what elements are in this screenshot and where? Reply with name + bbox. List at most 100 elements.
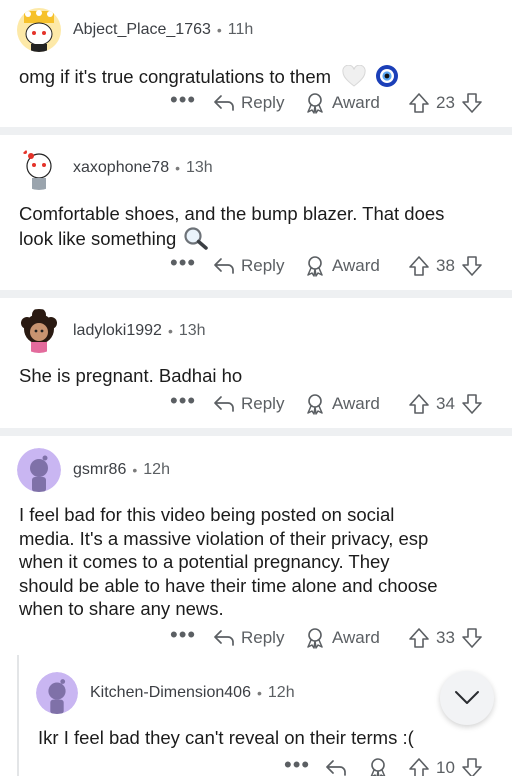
comment-body: Ikr I feel bad they can't reveal on thei… [38, 726, 414, 750]
award-icon [307, 256, 323, 277]
more-options-button[interactable]: ••• [170, 624, 196, 646]
comment-text: Ikr I feel bad they can't reveal on thei… [38, 727, 414, 748]
more-options-button[interactable]: ••• [170, 89, 196, 111]
award-icon [370, 758, 386, 776]
downvote-icon[interactable] [461, 627, 483, 649]
comment-text-line: look like something [19, 227, 177, 249]
meta-separator: • [132, 462, 138, 478]
comment-actions: ••• Reply Award 33 [0, 624, 512, 652]
timestamp: 11h [227, 21, 254, 38]
award-button[interactable] [367, 757, 389, 776]
reply-icon [214, 396, 234, 412]
default-avatar[interactable] [17, 448, 61, 492]
vote-controls: 10 [408, 757, 483, 776]
comment-actions: ••• Reply Award 34 [0, 390, 512, 418]
downvote-icon[interactable] [461, 255, 483, 277]
reply-label: Reply [241, 256, 285, 275]
comment-body: Comfortable shoes, and the bump blazer. … [19, 202, 444, 255]
comment-5-reply: Kitchen-Dimension406 • 12h Ikr I feel ba… [19, 662, 512, 776]
avatar[interactable] [17, 8, 61, 52]
vote-count: 23 [436, 93, 455, 112]
upvote-icon[interactable] [408, 757, 430, 776]
meta-separator: • [216, 22, 222, 38]
upvote-icon[interactable] [408, 92, 430, 114]
vote-controls: 23 [408, 92, 483, 114]
reply-button[interactable]: Reply [213, 628, 284, 648]
comment-header: ladyloki1992 • 13h [17, 309, 206, 353]
timestamp: 12h [267, 684, 295, 701]
reply-icon [214, 630, 234, 646]
comment-actions: ••• 10 [0, 754, 512, 776]
downvote-icon[interactable] [461, 757, 483, 776]
username[interactable]: xaxophone78 [73, 159, 169, 177]
comment-header: Kitchen-Dimension406 • 12h [36, 671, 295, 715]
meta-separator: • [167, 323, 173, 339]
default-avatar[interactable] [36, 672, 78, 714]
award-button[interactable]: Award [304, 627, 380, 649]
upvote-icon[interactable] [408, 393, 430, 415]
more-options-button[interactable]: ••• [170, 390, 196, 412]
reply-button[interactable]: Reply [213, 93, 284, 113]
username[interactable]: Kitchen-Dimension406 [90, 684, 251, 702]
reply-label: Reply [241, 394, 285, 413]
comment-divider [0, 428, 512, 436]
upvote-icon[interactable] [408, 627, 430, 649]
vote-count: 34 [436, 394, 455, 413]
award-icon [307, 93, 323, 114]
comment-4: gsmr86 • 12h I feel bad for this video b… [0, 436, 512, 662]
downvote-icon[interactable] [461, 92, 483, 114]
award-icon [307, 628, 323, 649]
award-label: Award [332, 628, 380, 647]
reply-icon [214, 258, 234, 274]
comment-text-line: I feel bad for this video being posted o… [19, 504, 395, 525]
award-label: Award [332, 93, 380, 112]
comment-header: xaxophone78 • 13h [17, 146, 213, 190]
upvote-icon[interactable] [408, 255, 430, 277]
comment-text-line: when to share any news. [19, 598, 224, 619]
vote-count: 33 [436, 628, 455, 647]
username[interactable]: gsmr86 [73, 461, 126, 479]
username[interactable]: Abject_Place_1763 [73, 21, 211, 39]
meta-separator: • [256, 685, 262, 701]
award-button[interactable]: Award [304, 92, 380, 114]
scroll-down-button[interactable] [440, 671, 494, 725]
comment-text: She is pregnant. Badhai ho [19, 365, 243, 386]
timestamp: 13h [178, 322, 206, 339]
avatar[interactable] [17, 146, 61, 190]
comment-text-line: media. It's a massive violation of their… [19, 527, 429, 549]
comment-text: omg if it's true congratulations to them [19, 66, 332, 87]
reply-label: Reply [241, 93, 285, 112]
vote-controls: 38 [408, 255, 483, 277]
username[interactable]: ladyloki1992 [73, 322, 162, 340]
vote-count: 10 [436, 758, 455, 776]
comment-divider [0, 127, 512, 135]
award-button[interactable]: Award [304, 393, 380, 415]
comment-1: Abject_Place_1763 • 11h omg if it's true… [0, 0, 512, 127]
vote-controls: 33 [408, 627, 483, 649]
award-label: Award [332, 256, 380, 275]
avatar[interactable] [17, 309, 61, 353]
meta-separator: • [175, 160, 180, 176]
reply-icon [326, 760, 346, 776]
timestamp: 12h [143, 461, 170, 478]
comment-text-line: should be able to have their time alone … [19, 574, 438, 596]
award-label: Award [332, 394, 380, 413]
comment-actions: ••• Reply Award 38 [0, 252, 512, 280]
award-button[interactable]: Award [304, 255, 380, 277]
reply-button[interactable]: Reply [213, 394, 284, 414]
reply-icon [214, 95, 234, 111]
more-options-button[interactable]: ••• [170, 252, 196, 274]
comment-text-line: Comfortable shoes, and the bump blazer. … [19, 203, 445, 224]
comment-header: gsmr86 • 12h [17, 448, 170, 492]
comment-header: Abject_Place_1763 • 11h [17, 8, 253, 52]
comment-3: ladyloki1992 • 13h She is pregnant. Badh… [0, 298, 512, 428]
chevron-down-icon [455, 691, 479, 704]
vote-controls: 34 [408, 393, 483, 415]
downvote-icon[interactable] [461, 393, 483, 415]
comment-divider [0, 290, 512, 298]
reply-label: Reply [241, 628, 285, 647]
reply-button[interactable] [325, 759, 347, 776]
more-options-button[interactable]: ••• [284, 754, 310, 776]
reply-button[interactable]: Reply [213, 256, 284, 276]
comment-text-line: when it comes to a potential pregnancy. … [19, 551, 390, 572]
